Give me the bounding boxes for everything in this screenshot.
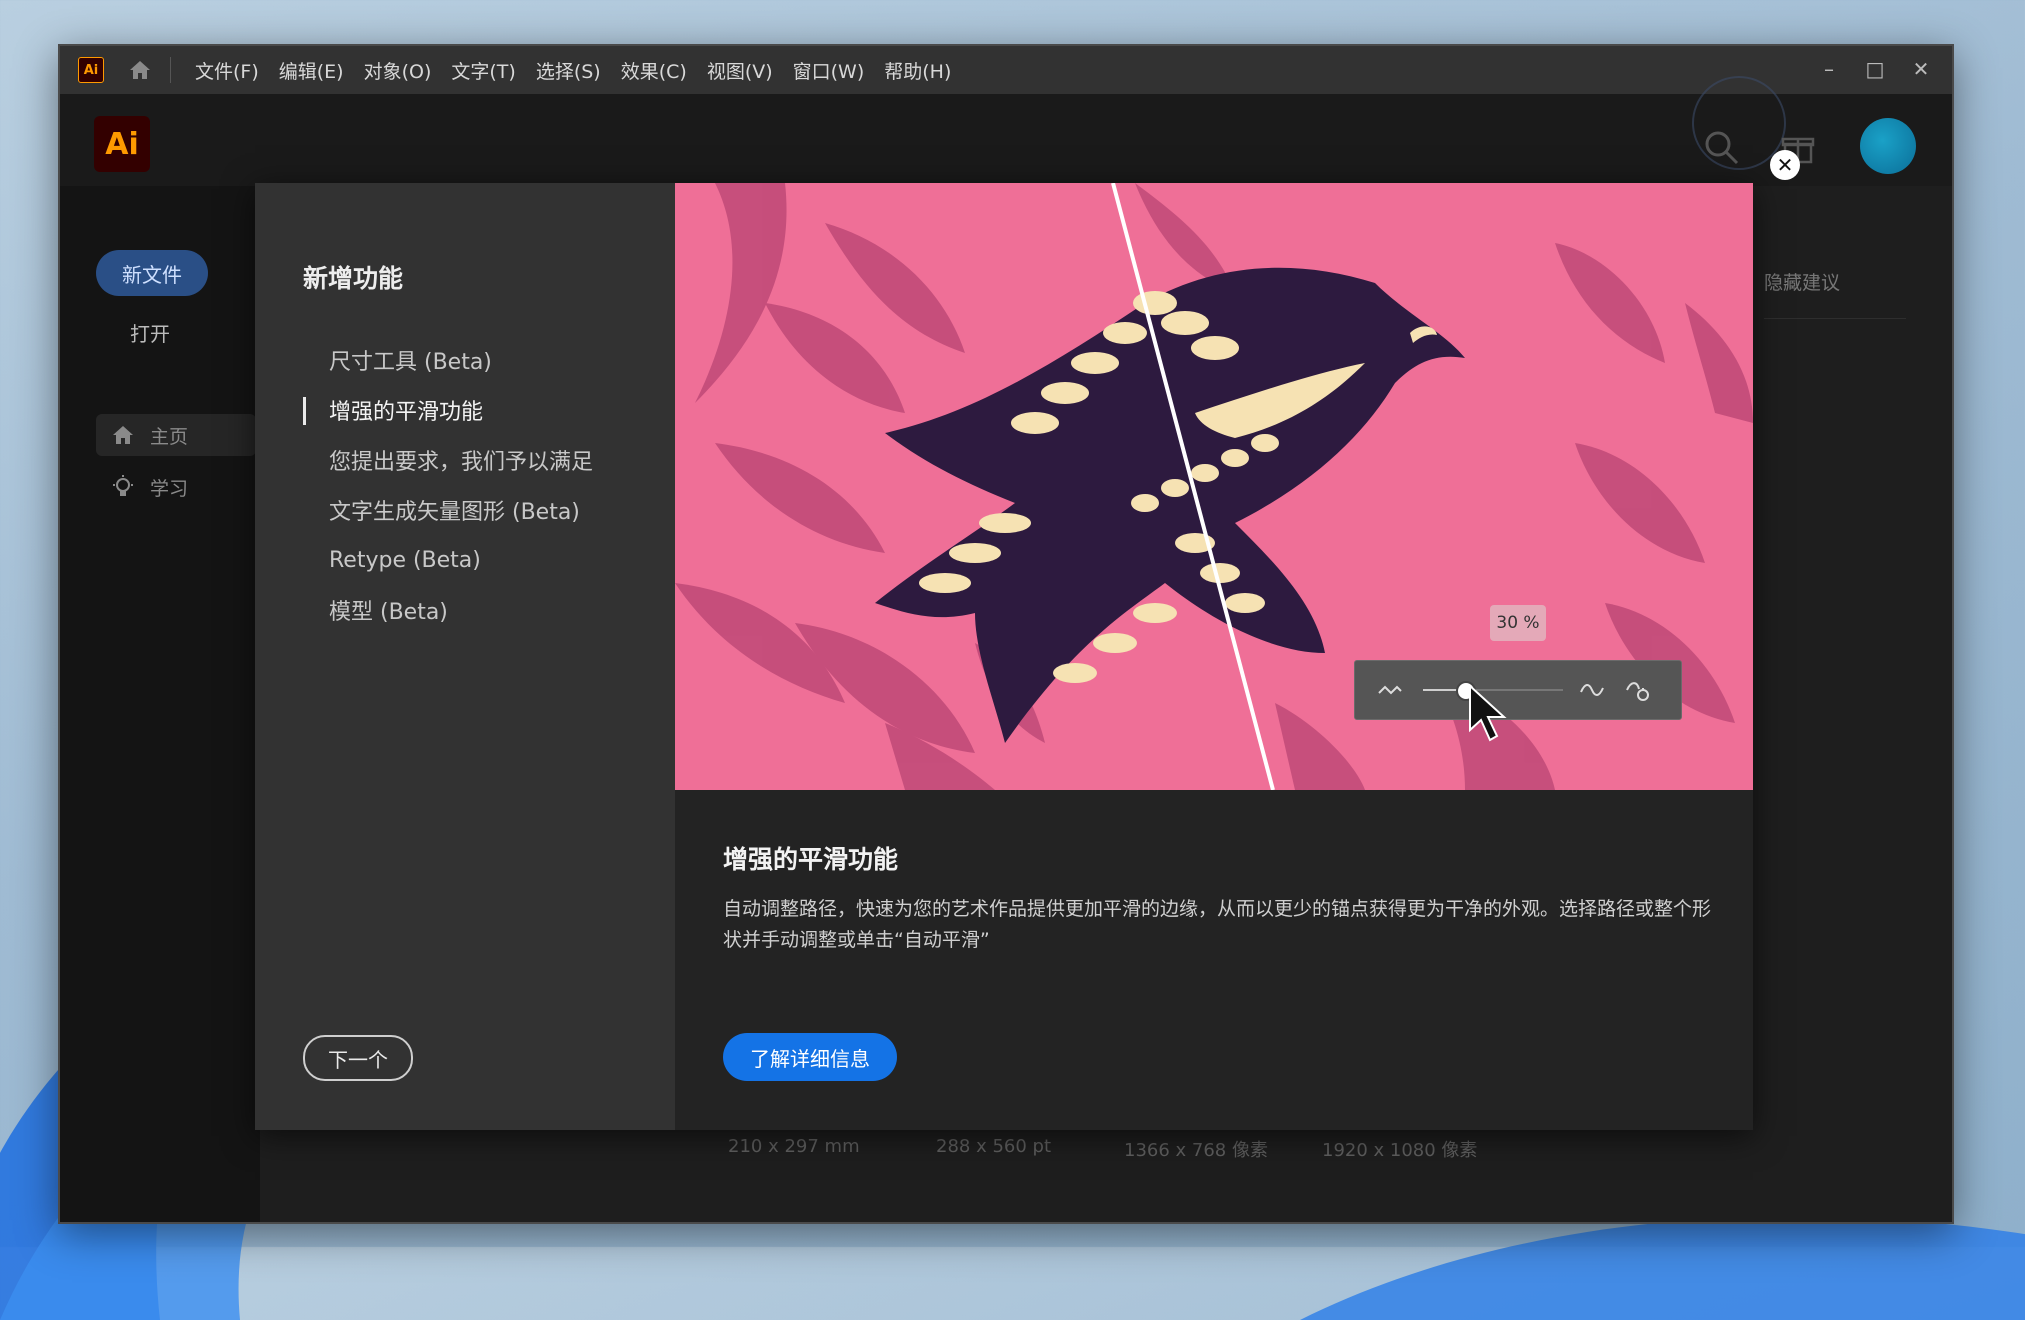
search-icon[interactable] (1700, 126, 1744, 170)
open-button[interactable]: 打开 (130, 318, 170, 347)
title-separator (170, 57, 171, 83)
minimize-button[interactable]: – (1814, 54, 1844, 84)
close-dialog-button[interactable]: ✕ (1770, 150, 1800, 180)
whats-new-dialog: 新增功能 尺寸工具 (Beta) 增强的平滑功能 您提出要求，我们予以满足 文字… (255, 183, 1753, 1130)
feature-title: 增强的平滑功能 (723, 845, 899, 874)
sidebar-item-learn[interactable]: 学习 (96, 466, 256, 508)
app-header (60, 94, 1952, 186)
close-window-button[interactable]: ✕ (1906, 54, 1936, 84)
learn-more-button[interactable]: 了解详细信息 (723, 1033, 897, 1081)
window-controls: – □ ✕ (1814, 54, 1936, 84)
sidebar-item-label: 主页 (150, 425, 189, 448)
smoothing-percent-badge: 30 % (1490, 605, 1546, 641)
menu-file[interactable]: 文件(F) (185, 57, 269, 84)
menu-effect[interactable]: 效果(C) (611, 57, 697, 84)
feature-item[interactable]: 尺寸工具 (Beta) (303, 335, 593, 385)
smoothing-slider-panel (1354, 660, 1682, 720)
home-icon[interactable] (126, 56, 154, 84)
preset-size[interactable]: 288 x 560 pt (936, 1136, 1051, 1157)
hide-suggestions-link[interactable]: 隐藏建议 (1764, 268, 1840, 295)
menu-view[interactable]: 视图(V) (697, 57, 783, 84)
menu-window[interactable]: 窗口(W) (783, 57, 875, 84)
suggestions-divider (1764, 318, 1906, 319)
maximize-button[interactable]: □ (1860, 54, 1890, 84)
sidebar-item-home[interactable]: 主页 (96, 414, 256, 456)
dialog-heading: 新增功能 (303, 264, 404, 293)
menu-select[interactable]: 选择(S) (526, 57, 611, 84)
menu-help[interactable]: 帮助(H) (874, 57, 961, 84)
feature-item-active[interactable]: 增强的平滑功能 (303, 385, 593, 435)
new-file-button[interactable]: 新文件 (96, 250, 208, 296)
ai-logo: Ai (94, 116, 150, 172)
feature-item[interactable]: 文字生成矢量图形 (Beta) (303, 485, 593, 535)
feature-detail-panel: 增强的平滑功能 自动调整路径，快速为您的艺术作品提供更加平滑的边缘，从而以更少的… (675, 790, 1753, 1130)
menu-object[interactable]: 对象(O) (354, 57, 442, 84)
more-smooth-icon (1580, 684, 1604, 696)
feature-item[interactable]: Retype (Beta) (303, 535, 593, 585)
menu-bar: 文件(F) 编辑(E) 对象(O) 文字(T) 选择(S) 效果(C) 视图(V… (185, 57, 961, 84)
app-badge-icon: Ai (78, 57, 104, 83)
home-icon (113, 426, 133, 444)
feature-nav-panel: 新增功能 尺寸工具 (Beta) 增强的平滑功能 您提出要求，我们予以满足 文字… (255, 183, 675, 1130)
feature-item[interactable]: 您提出要求，我们予以满足 (303, 435, 593, 485)
sidebar-item-label: 学习 (150, 477, 189, 500)
lightbulb-icon (113, 475, 133, 496)
user-avatar[interactable] (1860, 118, 1916, 174)
preset-size[interactable]: 1366 x 768 像素 (1124, 1136, 1268, 1162)
title-bar: Ai 文件(F) 编辑(E) 对象(O) 文字(T) 选择(S) 效果(C) 视… (60, 46, 1952, 94)
preset-size[interactable]: 1920 x 1080 像素 (1322, 1136, 1477, 1162)
menu-type[interactable]: 文字(T) (441, 57, 525, 84)
less-smooth-icon (1378, 685, 1402, 695)
mouse-cursor-icon (1469, 684, 1507, 742)
preset-size[interactable]: 210 x 297 mm (728, 1136, 860, 1157)
feature-item[interactable]: 模型 (Beta) (303, 585, 593, 635)
auto-smooth-icon[interactable] (1623, 675, 1653, 705)
feature-description: 自动调整路径，快速为您的艺术作品提供更加平滑的边缘，从而以更少的锚点获得更为干净… (723, 898, 1712, 951)
next-button[interactable]: 下一个 (303, 1035, 413, 1081)
menu-edit[interactable]: 编辑(E) (269, 57, 354, 84)
feature-list: 尺寸工具 (Beta) 增强的平滑功能 您提出要求，我们予以满足 文字生成矢量图… (303, 335, 593, 635)
